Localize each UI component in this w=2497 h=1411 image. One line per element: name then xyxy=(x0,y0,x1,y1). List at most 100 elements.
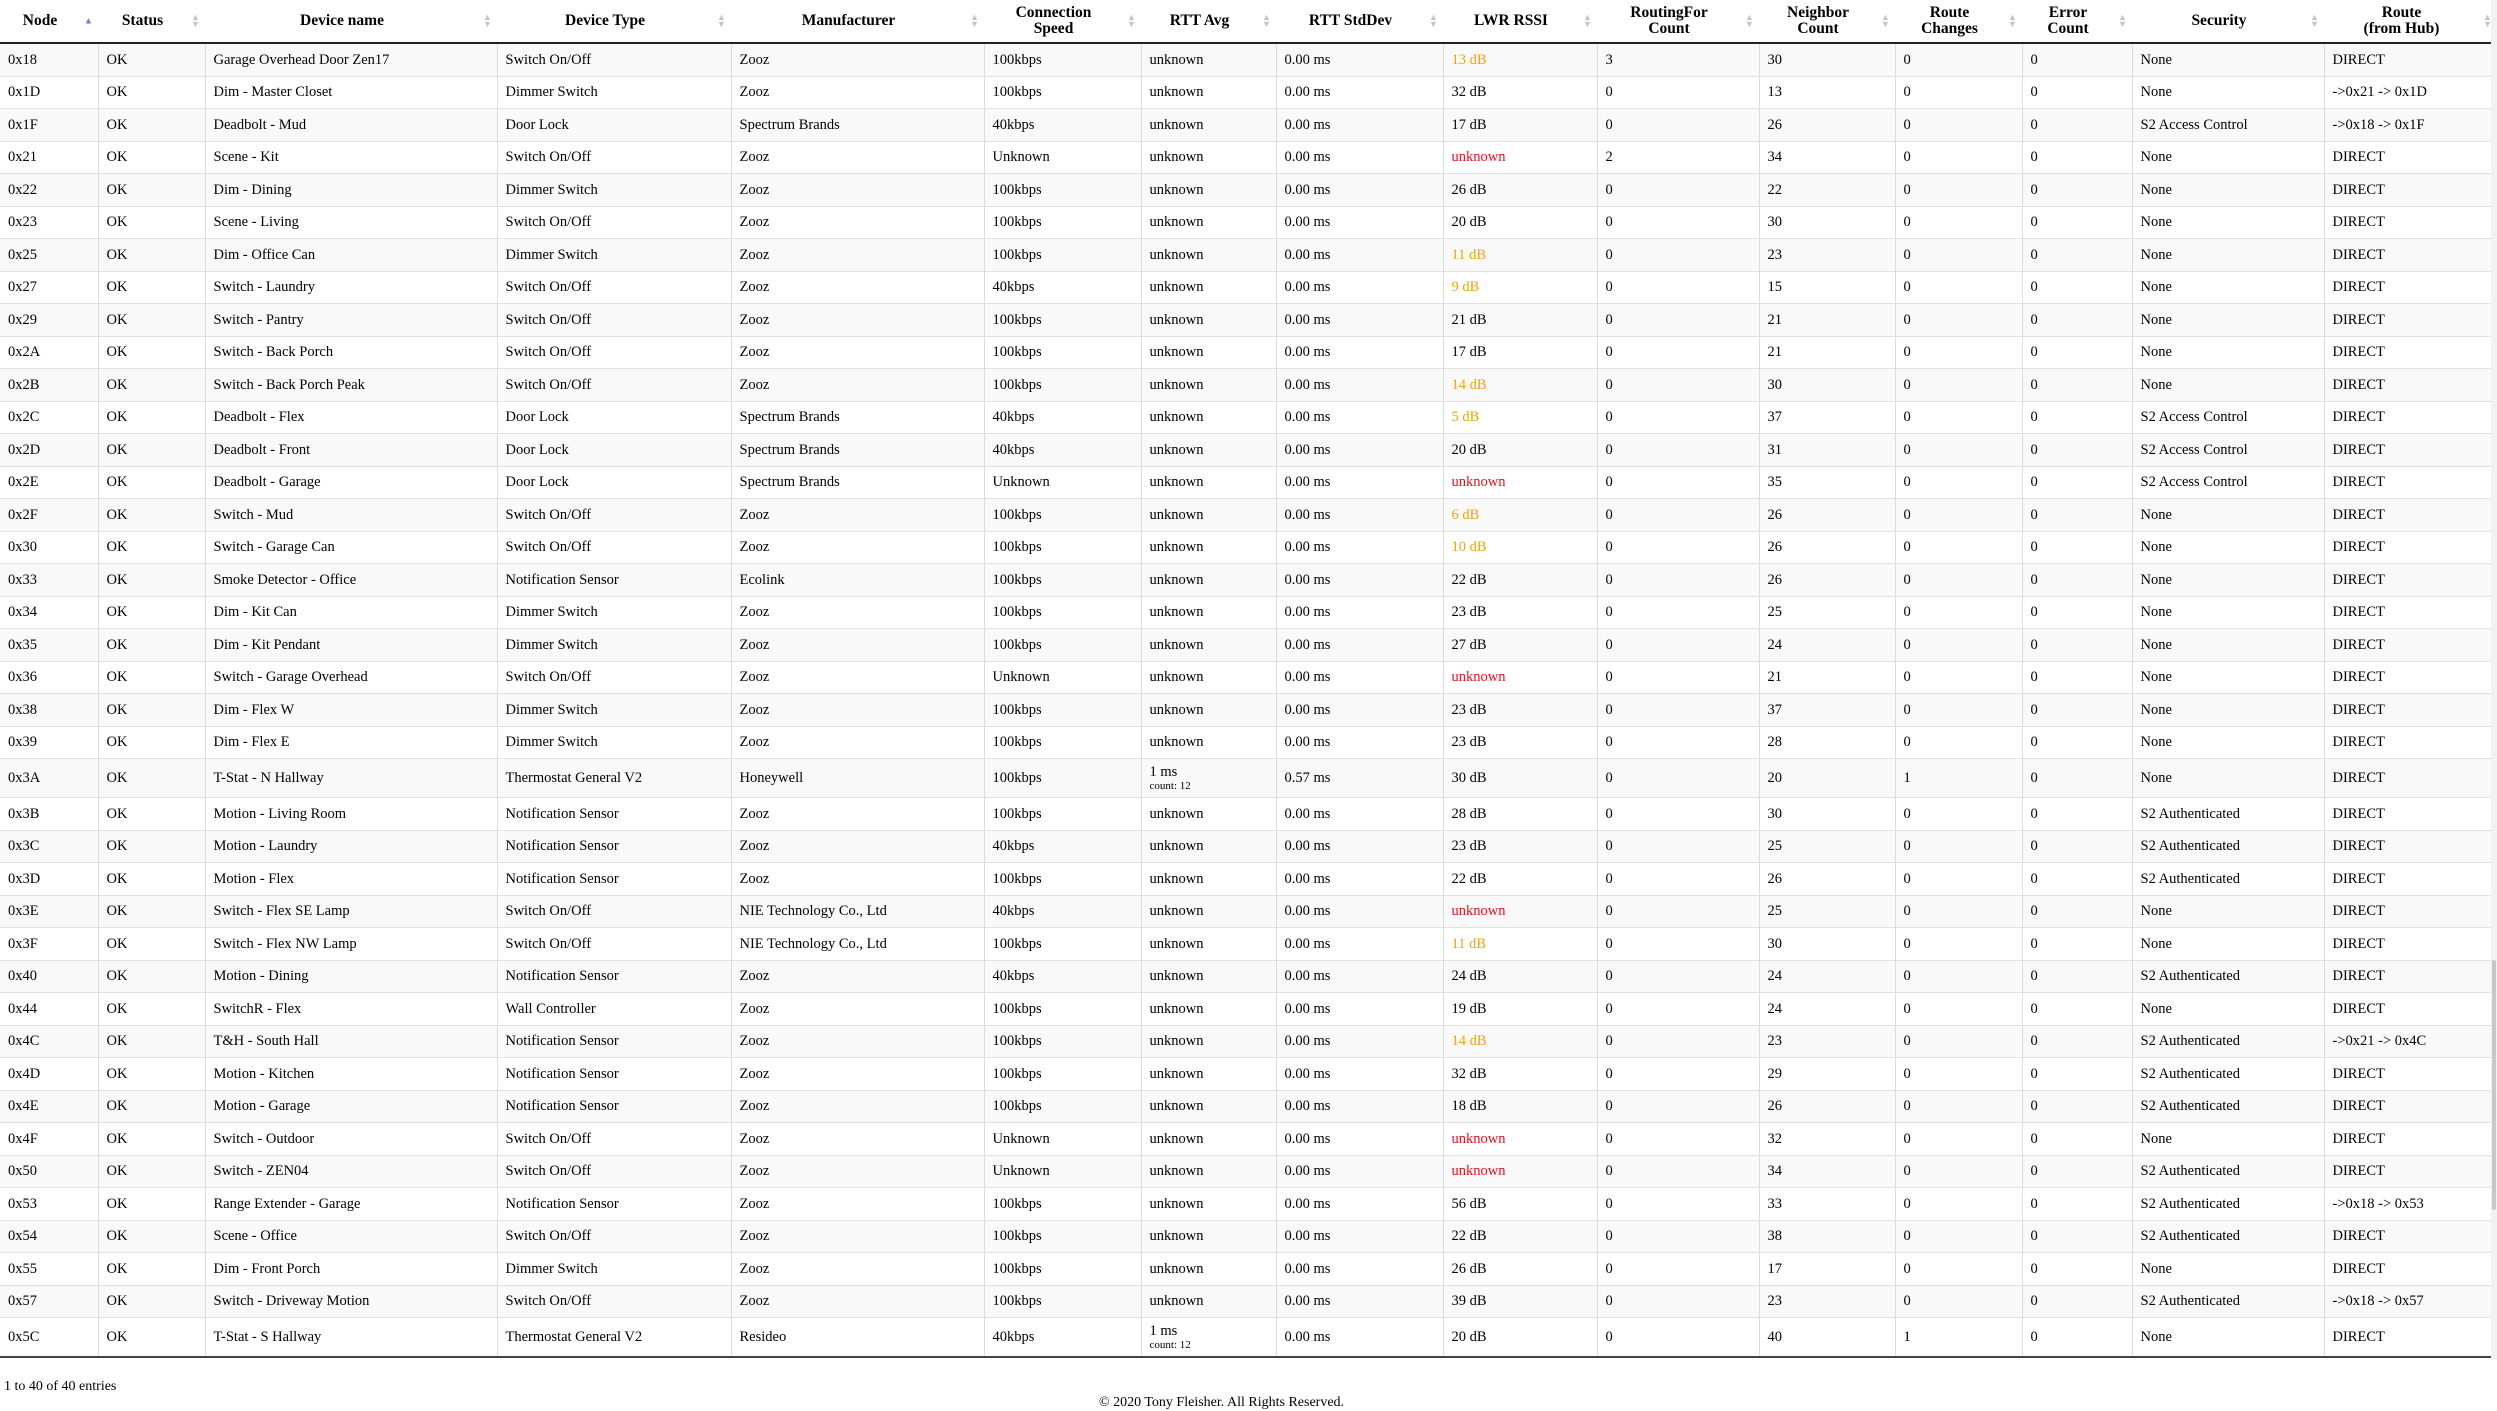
table-row[interactable]: 0x22 OK Dim - Dining Dimmer Switch Zooz 100kb… xyxy=(0,173,2497,207)
cell-route-changes: 1 xyxy=(1894,1317,2022,1358)
cell-rtt-std: 0.00 ms xyxy=(1275,1252,1443,1286)
table-row[interactable]: 0x25 OK Dim - Office Can Dimmer Switch Zooz 1… xyxy=(0,238,2497,272)
table-row[interactable]: 0x4D OK Motion - Kitchen Notification Senso… xyxy=(0,1057,2497,1091)
table-row[interactable]: 0x2A OK Switch - Back Porch Switch On/Off Zo… xyxy=(0,336,2497,369)
sort-both-icon[interactable]: ▲ ▼ xyxy=(2008,13,2017,29)
column-header-neighbor[interactable]: Neighbor Count ▲ ▼ xyxy=(1759,0,1895,44)
table-row[interactable]: 0x39 OK Dim - Flex E Dimmer Switch Zooz 100kb… xyxy=(0,726,2497,759)
sort-both-icon[interactable]: ▲ ▼ xyxy=(2118,13,2127,29)
column-header-routing[interactable]: RoutingFor Count ▲ ▼ xyxy=(1597,0,1759,44)
table-row[interactable]: 0x54 OK Scene - Office Switch On/Off Zooz 100… xyxy=(0,1220,2497,1253)
cell-value: 0 xyxy=(1605,669,1613,686)
cell-value: 14 dB xyxy=(1451,376,1487,393)
table-row[interactable]: 0x38 OK Dim - Flex W Dimmer Switch Zooz 100kb… xyxy=(0,693,2497,727)
column-header-security[interactable]: Security ▲ ▼ xyxy=(2132,0,2324,44)
cell-device-type: Dimmer Switch xyxy=(496,726,731,759)
sort-both-icon[interactable]: ▲ ▼ xyxy=(483,13,492,29)
table-row[interactable]: 0x50 OK Switch - ZEN04 Switch On/Off Zooz Unk… xyxy=(0,1155,2497,1188)
table-row[interactable]: 0x4F OK Switch - Outdoor Switch On/Off Zooz U… xyxy=(0,1122,2497,1156)
table-row[interactable]: 0x44 OK SwitchR - Flex Wall Controller Zooz 1… xyxy=(0,992,2497,1026)
cell-status: OK xyxy=(97,368,205,402)
table-row[interactable]: 0x1D OK Dim - Master Closet Dimmer Switch Zo… xyxy=(0,76,2497,109)
cell-route-changes: 0 xyxy=(1894,830,2022,863)
table-row[interactable]: 0x2D OK Deadbolt - Front Door Lock Spectrum … xyxy=(0,433,2497,467)
table-row[interactable]: 0x55 OK Dim - Front Porch Dimmer Switch Zooz… xyxy=(0,1252,2497,1286)
table-row[interactable]: 0x34 OK Dim - Kit Can Dimmer Switch Zooz 100k… xyxy=(0,596,2497,629)
column-header-device-name[interactable]: Device name ▲ ▼ xyxy=(205,0,497,44)
table-row[interactable]: 0x2B OK Switch - Back Porch Peak Switch On/… xyxy=(0,368,2497,402)
table-row[interactable]: 0x3E OK Switch - Flex SE Lamp Switch On/Off… xyxy=(0,895,2497,928)
table-row[interactable]: 0x3F OK Switch - Flex NW Lamp Switch On/Off… xyxy=(0,927,2497,961)
table-row[interactable]: 0x1F OK Deadbolt - Mud Door Lock Spectrum Br… xyxy=(0,108,2497,142)
scrollbar-thumb[interactable] xyxy=(2492,960,2496,1210)
table-row[interactable]: 0x30 OK Switch - Garage Can Switch On/Off Zo… xyxy=(0,531,2497,564)
table-row[interactable]: 0x40 OK Motion - Dining Notification Sensor… xyxy=(0,960,2497,993)
cell-rssi: 22 dB xyxy=(1442,862,1597,896)
table-row[interactable]: 0x4E OK Motion - Garage Notification Sensor… xyxy=(0,1090,2497,1123)
sort-both-icon[interactable]: ▲ ▼ xyxy=(1127,13,1136,29)
cell-value: 30 xyxy=(1767,214,1783,231)
table-row[interactable]: 0x4C OK T&H - South Hall Notification Senso… xyxy=(0,1025,2497,1058)
sort-both-icon[interactable]: ▲ ▼ xyxy=(1429,13,1438,29)
cell-status: OK xyxy=(97,531,205,564)
table-row[interactable]: 0x23 OK Scene - Living Switch On/Off Zooz 100… xyxy=(0,206,2497,239)
column-header-speed[interactable]: Connection Speed ▲ ▼ xyxy=(984,0,1141,44)
cell-value: 0 xyxy=(1605,1329,1613,1345)
cell-neighbor: 20 xyxy=(1758,758,1895,798)
sort-both-icon[interactable]: ▲ ▼ xyxy=(1881,13,1890,29)
table-row[interactable]: 0x27 OK Switch - Laundry Switch On/Off Zooz 4… xyxy=(0,271,2497,304)
table-row[interactable]: 0x2E OK Deadbolt - Garage Door Lock Spectrum… xyxy=(0,466,2497,499)
column-header-rssi[interactable]: LWR RSSI ▲ ▼ xyxy=(1443,0,1597,44)
cell-value: 0 xyxy=(1903,441,1911,458)
cell-device-type: Door Lock xyxy=(496,108,731,142)
cell-route-changes: 0 xyxy=(1894,368,2022,402)
cell-value: DIRECT xyxy=(2332,376,2385,393)
table-row[interactable]: 0x3B OK Motion - Living Room Notification S… xyxy=(0,797,2497,831)
sort-both-icon[interactable]: ▲ ▼ xyxy=(1745,13,1754,29)
sort-both-icon[interactable]: ▲ ▼ xyxy=(191,13,200,29)
cell-value: Switch On/Off xyxy=(505,149,592,166)
column-header-node[interactable]: Node ▲ xyxy=(0,0,98,44)
column-header-manufacturer[interactable]: Manufacturer ▲ ▼ xyxy=(731,0,984,44)
table-row[interactable]: 0x35 OK Dim - Kit Pendant Dimmer Switch Zooz… xyxy=(0,628,2497,662)
table-row[interactable]: 0x33 OK Smoke Detector - Office Notificatio… xyxy=(0,563,2497,597)
table-row[interactable]: 0x5C OK T-Stat - S Hallway Thermostat Gener… xyxy=(0,1317,2497,1358)
sort-both-icon[interactable]: ▲ ▼ xyxy=(1262,13,1271,29)
sort-both-icon[interactable]: ▲ ▼ xyxy=(2310,13,2319,29)
sort-both-icon[interactable]: ▲ ▼ xyxy=(2483,13,2492,29)
sort-both-icon[interactable]: ▲ ▼ xyxy=(1583,13,1592,29)
cell-value: unknown xyxy=(1451,669,1506,686)
sort-both-icon[interactable]: ▲ ▼ xyxy=(717,13,726,29)
cell-status: OK xyxy=(97,1057,205,1091)
table-row[interactable]: 0x2C OK Deadbolt - Flex Door Lock Spectrum B… xyxy=(0,401,2497,434)
column-header-errors[interactable]: Error Count ▲ ▼ xyxy=(2022,0,2132,44)
cell-value: 56 dB xyxy=(1451,1195,1487,1212)
table-row[interactable]: 0x36 OK Switch - Garage Overhead Switch On/… xyxy=(0,661,2497,694)
column-header-rtt-std[interactable]: RTT StdDev ▲ ▼ xyxy=(1276,0,1443,44)
column-header-device-type[interactable]: Device Type ▲ ▼ xyxy=(497,0,731,44)
table-row[interactable]: 0x3C OK Motion - Laundry Notification Senso… xyxy=(0,830,2497,863)
table-row[interactable]: 0x57 OK Switch - Driveway Motion Switch On/… xyxy=(0,1285,2497,1318)
cell-device-name: Switch - Outdoor xyxy=(204,1122,497,1156)
sort-asc-icon[interactable]: ▲ xyxy=(84,16,93,25)
cell-value: 28 xyxy=(1767,734,1783,751)
table-row[interactable]: 0x2F OK Switch - Mud Switch On/Off Zooz 100kb… xyxy=(0,498,2497,532)
cell-value: 100kbps xyxy=(992,181,1042,198)
column-header-rtt-avg[interactable]: RTT Avg ▲ ▼ xyxy=(1141,0,1276,44)
table-row[interactable]: 0x3A OK T-Stat - N Hallway Thermostat Gener… xyxy=(0,758,2497,798)
column-header-route-changes[interactable]: Route Changes ▲ ▼ xyxy=(1895,0,2022,44)
vertical-scrollbar[interactable] xyxy=(2491,0,2497,1360)
cell-value: 26 dB xyxy=(1451,1260,1487,1277)
table-row[interactable]: 0x53 OK Range Extender - Garage Notificatio… xyxy=(0,1187,2497,1221)
cell-value: Zooz xyxy=(739,344,770,361)
table-row[interactable]: 0x21 OK Scene - Kit Switch On/Off Zooz Unknow… xyxy=(0,141,2497,174)
sort-both-icon[interactable]: ▲ ▼ xyxy=(970,13,979,29)
cell-value: DIRECT xyxy=(2332,669,2385,686)
column-header-status[interactable]: Status ▲ ▼ xyxy=(98,0,205,44)
table-row[interactable]: 0x18 OK Garage Overhead Door Zen17 Switch O… xyxy=(0,43,2497,77)
cell-value: 30 dB xyxy=(1451,770,1487,786)
table-row[interactable]: 0x29 OK Switch - Pantry Switch On/Off Zooz 10… xyxy=(0,303,2497,337)
column-header-route[interactable]: Route (from Hub) ▲ ▼ xyxy=(2324,0,2497,44)
table-row[interactable]: 0x3D OK Motion - Flex Notification Sensor Zo… xyxy=(0,862,2497,896)
cell-value: 2 xyxy=(1605,149,1613,166)
